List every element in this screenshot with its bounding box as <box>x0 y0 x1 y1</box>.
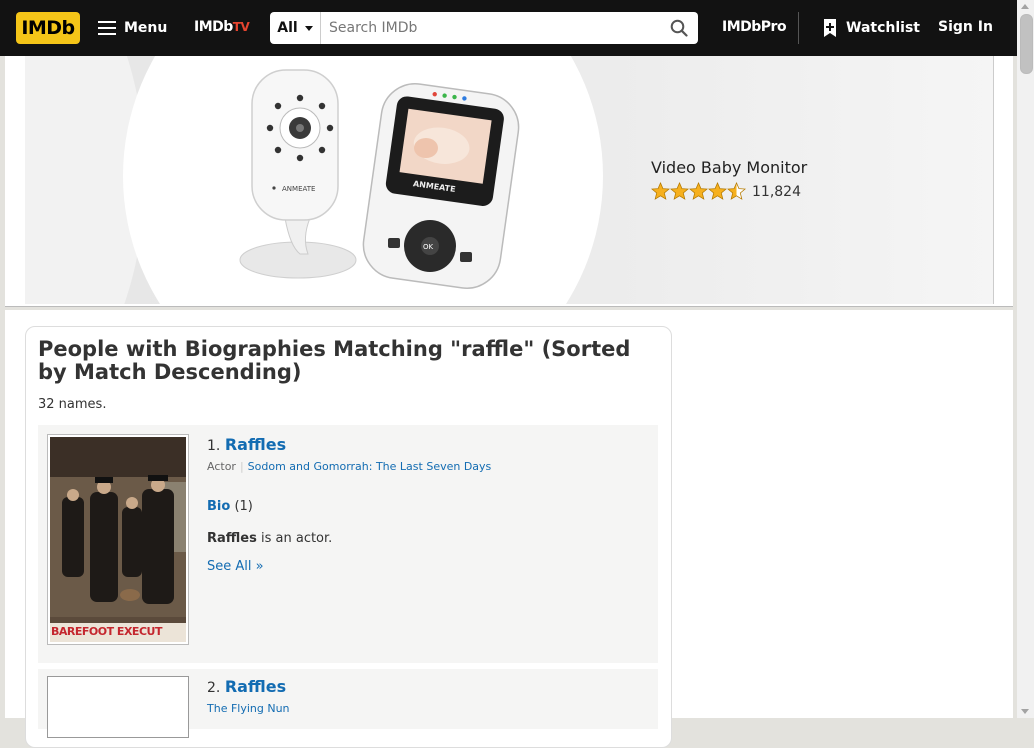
ad-rating: 11,824 <box>651 182 801 201</box>
result-meta: The Flying Nun <box>207 702 290 715</box>
result-name-link[interactable]: Raffles <box>225 677 286 696</box>
poster-image: BAREFOOT EXECUT <box>50 437 186 642</box>
search-button[interactable] <box>660 12 698 44</box>
nav-divider <box>798 12 799 44</box>
bookmark-plus-icon <box>824 19 836 37</box>
result-rank-number: 1. <box>207 438 221 454</box>
baby-monitor-image: ANMEATE ANMEATE OK <box>239 69 520 289</box>
ad-banner[interactable]: ANMEATE ANMEATE OK Video Baby Monitor 11… <box>25 56 994 304</box>
top-navbar: IMDb Menu IMDbTV All IMDbPro Watchlist <box>0 0 1034 56</box>
scroll-down-arrow-icon[interactable] <box>1021 709 1029 714</box>
known-for-link[interactable]: The Flying Nun <box>207 702 290 715</box>
imdbtv-suffix: TV <box>232 20 250 34</box>
ad-rating-count: 11,824 <box>752 183 801 200</box>
bio-text-name: Raffles <box>207 531 257 546</box>
imdb-logo[interactable]: IMDb <box>16 12 80 44</box>
results-count: 32 names. <box>38 397 107 412</box>
scrollbar-thumb[interactable] <box>1020 14 1033 74</box>
search-input[interactable] <box>321 14 660 42</box>
sign-in-link[interactable]: Sign In <box>938 19 993 35</box>
bio-count: (1) <box>234 499 253 514</box>
star-full-icon <box>689 182 708 200</box>
see-all-link[interactable]: See All » <box>207 559 264 574</box>
svg-text:OK: OK <box>423 243 434 251</box>
bio-text: Raffles is an actor. <box>207 531 332 546</box>
star-full-icon <box>651 182 670 200</box>
caret-down-icon <box>304 25 313 31</box>
result-thumbnail[interactable] <box>47 676 189 738</box>
star-full-icon <box>708 182 727 200</box>
bio-link[interactable]: Bio <box>207 499 230 514</box>
bio-text-rest: is an actor. <box>256 531 333 546</box>
result-thumbnail[interactable]: BAREFOOT EXECUT <box>47 434 189 645</box>
star-full-icon <box>670 182 689 200</box>
imdbtv-main: IMDb <box>194 19 233 35</box>
list-item: 2. Raffles The Flying Nun <box>38 669 658 738</box>
search-bar: All <box>270 12 698 44</box>
search-category-dropdown[interactable]: All <box>270 12 321 44</box>
poster-caption: BAREFOOT EXECUT <box>51 625 162 638</box>
result-role: Actor <box>207 460 236 473</box>
page-title: People with Biographies Matching "raffle… <box>38 337 631 384</box>
page-scrollbar[interactable] <box>1017 0 1034 718</box>
menu-button[interactable]: Menu <box>98 16 167 40</box>
result-name-link[interactable]: Raffles <box>225 435 286 454</box>
camera-brand: ANMEATE <box>282 185 315 193</box>
ad-banner-container: ANMEATE ANMEATE OK Video Baby Monitor 11… <box>5 56 1013 307</box>
result-meta: Actor | Sodom and Gomorrah: The Last Seven… <box>207 460 491 473</box>
hamburger-icon <box>98 21 116 35</box>
ad-product-title[interactable]: Video Baby Monitor <box>651 158 807 177</box>
imdbpro-link[interactable]: IMDbPro <box>722 19 787 35</box>
watchlist-label: Watchlist <box>846 20 920 36</box>
result-rank: 2. Raffles <box>207 677 286 696</box>
bio-section: Bio (1) <box>207 499 253 514</box>
result-rank: 1. Raffles <box>207 435 286 454</box>
meta-separator: | <box>239 460 244 473</box>
star-half-icon <box>727 182 746 200</box>
known-for-link[interactable]: Sodom and Gomorrah: The Last Seven Days <box>248 460 492 473</box>
scroll-up-arrow-icon[interactable] <box>1021 4 1029 9</box>
search-category-label: All <box>277 20 298 36</box>
watchlist-button[interactable]: Watchlist <box>822 18 920 38</box>
list-item: BAREFOOT EXECUT 1. Raffles Actor | Sodom a… <box>38 425 658 663</box>
menu-label: Menu <box>124 20 168 36</box>
result-rank-number: 2. <box>207 680 221 696</box>
search-icon <box>670 19 688 37</box>
imdbtv-link[interactable]: IMDbTV <box>194 19 250 35</box>
